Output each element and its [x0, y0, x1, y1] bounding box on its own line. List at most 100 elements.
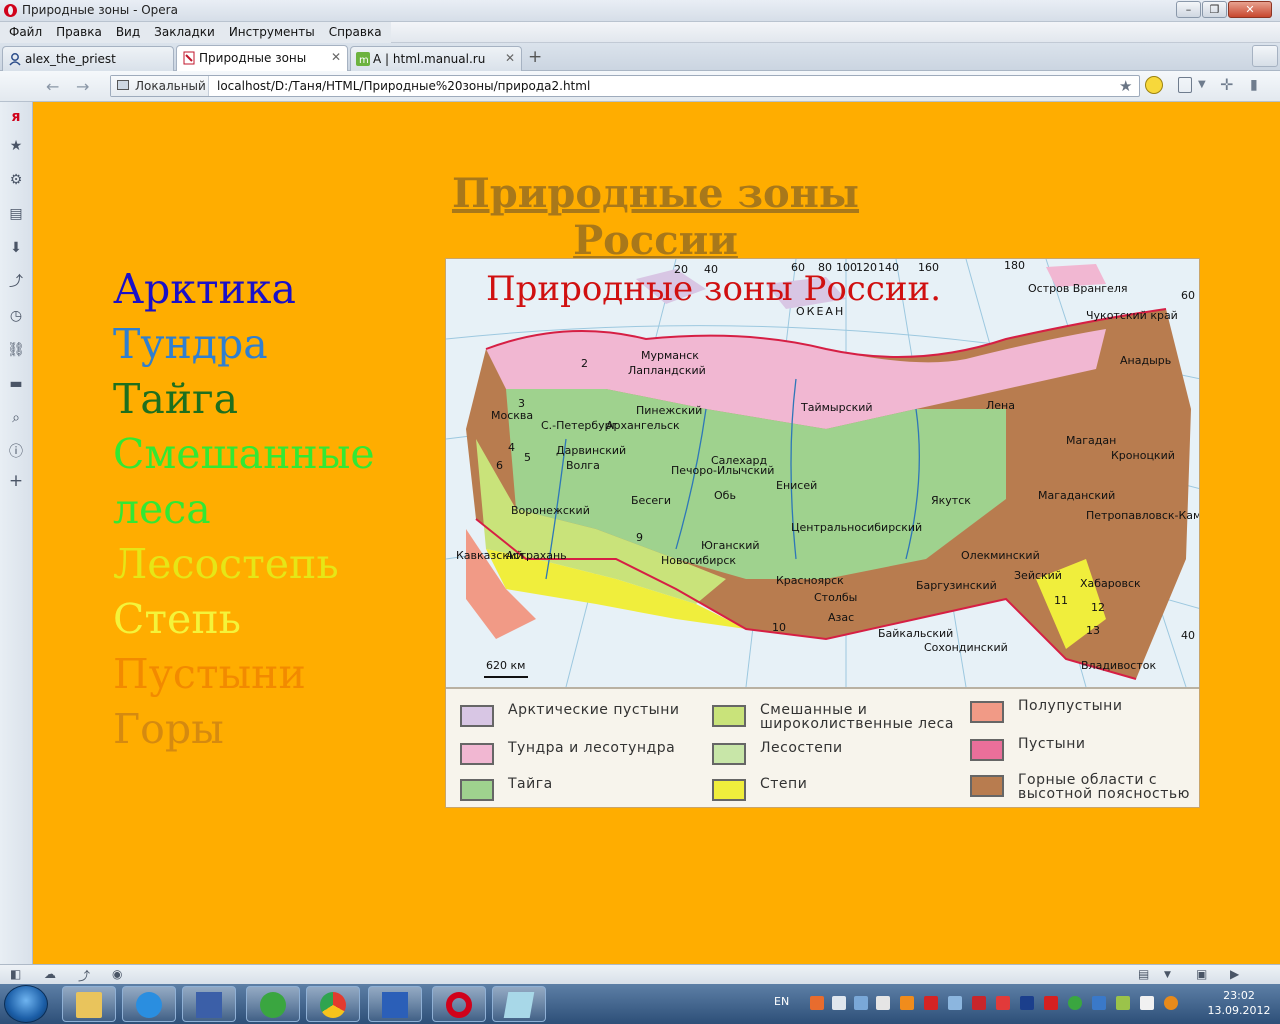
history-clock-icon[interactable]: ◷ [7, 307, 25, 325]
taskbar-internet-explorer[interactable] [122, 986, 176, 1022]
zone-taiga: Тайга [113, 375, 239, 423]
map-zone-number: 9 [636, 531, 643, 544]
local-badge[interactable]: Локальный [111, 76, 209, 96]
flag-icon[interactable] [996, 996, 1010, 1010]
page-icon [183, 51, 195, 65]
signal-bars-icon[interactable]: ▮ [1250, 77, 1258, 93]
forward-arrow-icon[interactable]: → [76, 77, 89, 96]
language-indicator[interactable]: EN [774, 995, 789, 1008]
tray-app-icon[interactable] [1044, 996, 1058, 1010]
tab-alex-the-priest[interactable]: alex_the_priest [2, 46, 174, 71]
windows-icon[interactable]: ▬ [7, 375, 25, 393]
tray-app-icon[interactable] [1116, 996, 1130, 1010]
taskbar-media[interactable] [182, 986, 236, 1022]
map-place-label: Петропавловск-Камчатский [1086, 509, 1200, 522]
closed-tabs-trash-icon[interactable] [1252, 45, 1278, 67]
legend-swatch [460, 779, 494, 801]
tray-app-icon[interactable] [948, 996, 962, 1010]
start-button[interactable] [4, 985, 48, 1023]
view-icon[interactable]: ▤ [1138, 967, 1149, 981]
yandex-icon[interactable]: я [7, 108, 25, 126]
map-place-label: Анадырь [1120, 354, 1171, 367]
panel-toggle-icon[interactable]: ◧ [10, 967, 21, 981]
chevron-down-icon[interactable]: ▼ [1198, 79, 1206, 90]
map-scale-label: 620 км [486, 659, 525, 672]
map-place-label: Азас [828, 611, 854, 624]
move-icon[interactable]: ✛ [1220, 75, 1233, 94]
clock-date: 13.09.2012 [1207, 1004, 1271, 1017]
map-place-label: Владивосток [1081, 659, 1156, 672]
url-text[interactable]: localhost/D:/Таня/HTML/Природные%20зоны/… [217, 79, 590, 93]
maximize-button[interactable]: ❐ [1202, 1, 1227, 18]
tray-app-icon[interactable] [924, 996, 938, 1010]
tray-app-icon[interactable] [972, 996, 986, 1010]
menu-view[interactable]: Вид [109, 22, 147, 42]
map-place-label: Красноярск [776, 574, 844, 587]
legend-swatch [460, 705, 494, 727]
status-bar: ◧ ☁ ⤴ ◉ ▤ ▼ ▣ ▶ [0, 964, 1280, 984]
address-bar: ← → Локальный localhost/D:/Таня/HTML/При… [0, 71, 1280, 102]
tab-close-icon[interactable]: ✕ [505, 51, 515, 65]
legend-label: Степи [760, 776, 808, 792]
notes-icon[interactable]: ▤ [7, 205, 25, 223]
share-icon[interactable]: ⤴ [7, 273, 25, 291]
menu-edit[interactable]: Правка [49, 22, 109, 42]
tab-html-manual[interactable]: m A | html.manual.ru ✕ [350, 46, 522, 71]
cloud-icon[interactable]: ☁ [44, 967, 56, 981]
taskbar-chrome[interactable] [306, 986, 360, 1022]
menu-bookmarks[interactable]: Закладки [147, 22, 222, 42]
minimize-button[interactable]: – [1176, 1, 1201, 18]
zone-steppe: Степь [113, 595, 241, 643]
volume-icon[interactable] [876, 996, 890, 1010]
taskbar-utorrent[interactable] [246, 986, 300, 1022]
downloads-icon[interactable]: ⬇ [7, 239, 25, 257]
url-field[interactable]: Локальный localhost/D:/Таня/HTML/Природн… [110, 75, 1140, 97]
fit-width-icon[interactable]: ▣ [1196, 967, 1207, 981]
chrome-icon [320, 992, 346, 1018]
windows-taskbar: EN 23:02 13.09.2012 [0, 984, 1280, 1024]
settings-gear-icon[interactable]: ⚙ [7, 171, 25, 189]
bookmarks-star-icon[interactable]: ★ [7, 137, 25, 155]
legend-label: Горные области с высотной поясностью [1018, 772, 1190, 802]
new-tab-plus-icon[interactable]: + [528, 47, 542, 67]
taskbar-explorer[interactable] [62, 986, 116, 1022]
utorrent-tray-icon[interactable] [1068, 996, 1082, 1010]
bookmark-star-icon[interactable]: ★ [1119, 77, 1132, 95]
map-place-label: Чукотский край [1086, 309, 1178, 322]
smiley-icon[interactable] [1145, 76, 1163, 94]
unite-icon[interactable]: ⤴ [78, 967, 90, 984]
tray-app-icon[interactable] [900, 996, 914, 1010]
zone-tundra: Тундра [113, 320, 268, 368]
tray-network-icon[interactable] [832, 996, 846, 1010]
search-icon[interactable]: ⌕ [7, 409, 25, 427]
turbo-icon[interactable]: ◉ [112, 967, 122, 981]
taskbar-opera[interactable] [432, 986, 486, 1022]
links-icon[interactable]: ⛓ [7, 341, 25, 359]
tray-display-icon[interactable] [854, 996, 868, 1010]
trash-icon[interactable] [1178, 77, 1192, 93]
legend-swatch [460, 743, 494, 765]
info-icon[interactable]: ⓘ [7, 443, 25, 461]
map-place-label: Лена [986, 399, 1015, 412]
chevron-down-icon[interactable]: ▼ [1164, 970, 1171, 980]
close-button[interactable]: ✕ [1228, 1, 1272, 18]
add-panel-plus-icon[interactable]: + [7, 472, 25, 490]
back-arrow-icon[interactable]: ← [46, 77, 59, 96]
taskbar-word[interactable] [368, 986, 422, 1022]
tray-app-icon[interactable] [1140, 996, 1154, 1010]
tray-app-icon[interactable] [1020, 996, 1034, 1010]
map-degree-label: 40 [1181, 629, 1195, 642]
clock[interactable]: 23:02 13.09.2012 [1200, 988, 1278, 1018]
zoom-icon[interactable]: ▶ [1230, 967, 1239, 981]
menu-file[interactable]: Файл [2, 22, 49, 42]
tab-close-icon[interactable]: ✕ [331, 50, 341, 64]
taskbar-notes[interactable] [492, 986, 546, 1022]
tray-app-icon[interactable] [1164, 996, 1178, 1010]
menu-help[interactable]: Справка [322, 22, 389, 42]
map-place-label: Новосибирск [661, 554, 736, 567]
tray-app-icon[interactable] [810, 996, 824, 1010]
tab-prirodnye-zony[interactable]: Природные зоны ✕ [176, 45, 348, 71]
clock-time: 23:02 [1223, 989, 1255, 1002]
menu-tools[interactable]: Инструменты [222, 22, 322, 42]
tray-app-icon[interactable] [1092, 996, 1106, 1010]
